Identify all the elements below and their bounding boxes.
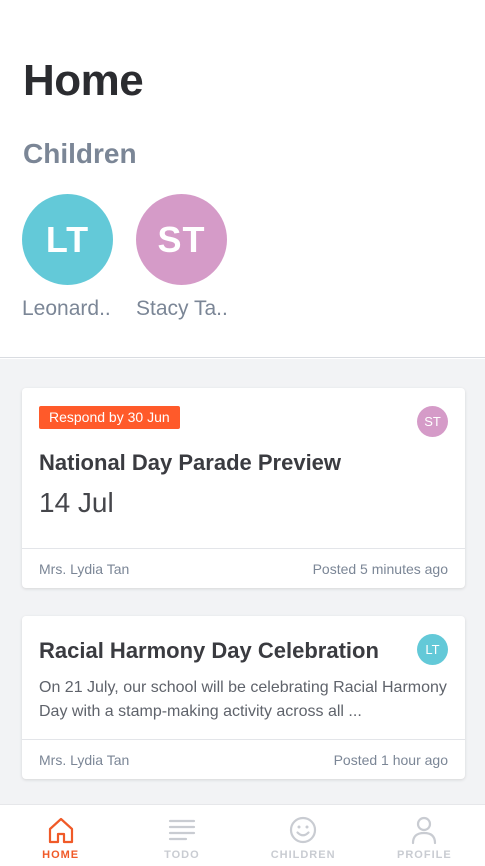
card-author: Mrs. Lydia Tan bbox=[39, 751, 130, 768]
child-name: Leonard.. bbox=[22, 297, 111, 320]
home-icon bbox=[48, 817, 73, 844]
child-item-leonard[interactable]: LT Leonard.. bbox=[22, 194, 114, 321]
card-footer: Mrs. Lydia Tan Posted 5 minutes ago bbox=[22, 548, 465, 588]
tab-label: TODO bbox=[164, 849, 200, 861]
list-icon bbox=[168, 819, 195, 841]
card-posted-time: Posted 5 minutes ago bbox=[312, 560, 448, 577]
respond-by-badge: Respond by 30 Jun bbox=[39, 406, 180, 429]
header-area: Home Children LT Leonard.. ST Stacy Ta.. bbox=[0, 0, 485, 358]
card-child-avatar: LT bbox=[417, 634, 448, 665]
smiley-icon bbox=[290, 816, 317, 844]
tab-todo[interactable]: TODO bbox=[121, 805, 242, 866]
card-child-avatar: ST bbox=[417, 406, 448, 437]
announcement-card[interactable]: Respond by 30 Jun ST National Day Parade… bbox=[22, 388, 465, 588]
tab-label: CHILDREN bbox=[270, 849, 336, 861]
child-name: Stacy Ta.. bbox=[136, 297, 228, 320]
children-section-title: Children bbox=[23, 138, 137, 169]
user-icon bbox=[412, 816, 437, 845]
tab-children[interactable]: CHILDREN bbox=[243, 805, 364, 866]
announcement-feed: Respond by 30 Jun ST National Day Parade… bbox=[0, 359, 485, 804]
announcement-card[interactable]: LT Racial Harmony Day Celebration On 21 … bbox=[22, 616, 465, 779]
card-event-date: 14 Jul bbox=[39, 487, 114, 518]
page-title: Home bbox=[23, 56, 144, 105]
tab-profile[interactable]: PROFILE bbox=[364, 805, 485, 866]
child-avatar[interactable]: ST bbox=[136, 194, 227, 285]
tab-label: HOME bbox=[42, 849, 80, 861]
tab-home[interactable]: HOME bbox=[0, 805, 121, 866]
card-body-preview: On 21 July, our school will be celebrati… bbox=[39, 679, 447, 720]
child-avatar[interactable]: LT bbox=[22, 194, 113, 285]
tab-label: PROFILE bbox=[397, 849, 452, 861]
child-item-stacy[interactable]: ST Stacy Ta.. bbox=[136, 194, 228, 321]
card-title: Racial Harmony Day Celebration bbox=[39, 638, 379, 663]
card-posted-time: Posted 1 hour ago bbox=[333, 751, 448, 768]
card-footer: Mrs. Lydia Tan Posted 1 hour ago bbox=[22, 739, 465, 779]
card-author: Mrs. Lydia Tan bbox=[39, 560, 130, 577]
bottom-tab-bar: HOME TODO CHILDREN PROFILE bbox=[0, 804, 485, 866]
card-title: National Day Parade Preview bbox=[39, 450, 342, 475]
